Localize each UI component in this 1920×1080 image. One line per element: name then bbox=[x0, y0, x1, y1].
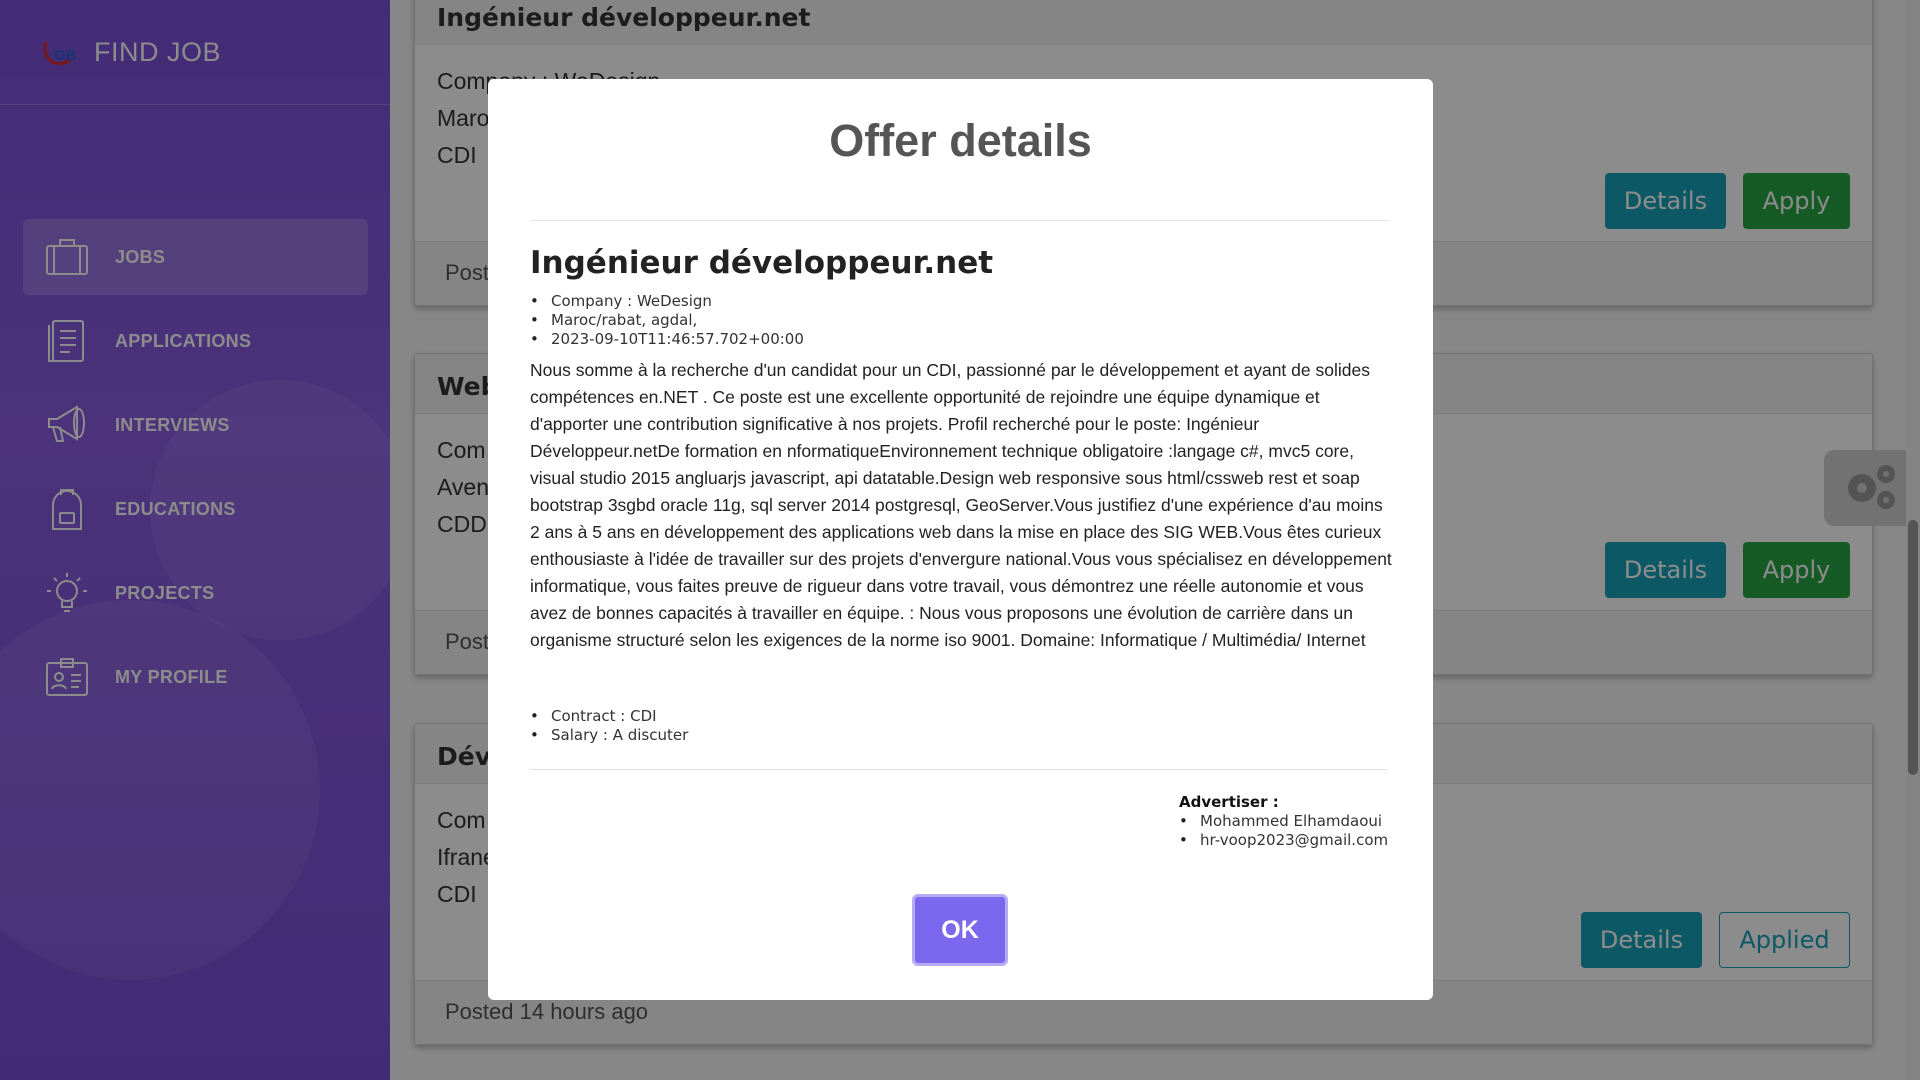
offer-company: Company : WeDesign bbox=[530, 292, 804, 311]
offer-location: Maroc/rabat, agdal, bbox=[530, 311, 804, 330]
advertiser-block: Advertiser : Mohammed Elhamdaoui hr-voop… bbox=[1179, 793, 1394, 850]
modal-divider bbox=[530, 220, 1388, 221]
offer-description: Nous somme à la recherche d'un candidat … bbox=[530, 360, 1392, 650]
offer-meta-list: Company : WeDesign Maroc/rabat, agdal, 2… bbox=[530, 292, 804, 349]
offer-title: Ingénieur développeur.net bbox=[530, 245, 994, 281]
ok-button[interactable]: OK bbox=[912, 894, 1008, 966]
offer-contract: Contract : CDI bbox=[530, 707, 688, 726]
modal-divider bbox=[530, 769, 1388, 770]
advertiser-label: Advertiser : bbox=[1179, 793, 1279, 811]
offer-date: 2023-09-10T11:46:57.702+00:00 bbox=[530, 330, 804, 349]
advertiser-email: hr-voop2023@gmail.com bbox=[1179, 831, 1394, 850]
advertiser-list: Mohammed Elhamdaoui hr-voop2023@gmail.co… bbox=[1179, 812, 1394, 850]
offer-details-modal: Offer details Ingénieur développeur.net … bbox=[488, 79, 1433, 1000]
offer-terms-list: Contract : CDI Salary : A discuter bbox=[530, 707, 688, 745]
advertiser-name: Mohammed Elhamdaoui bbox=[1179, 812, 1394, 831]
offer-salary: Salary : A discuter bbox=[530, 726, 688, 745]
modal-title: Offer details bbox=[829, 115, 1092, 166]
